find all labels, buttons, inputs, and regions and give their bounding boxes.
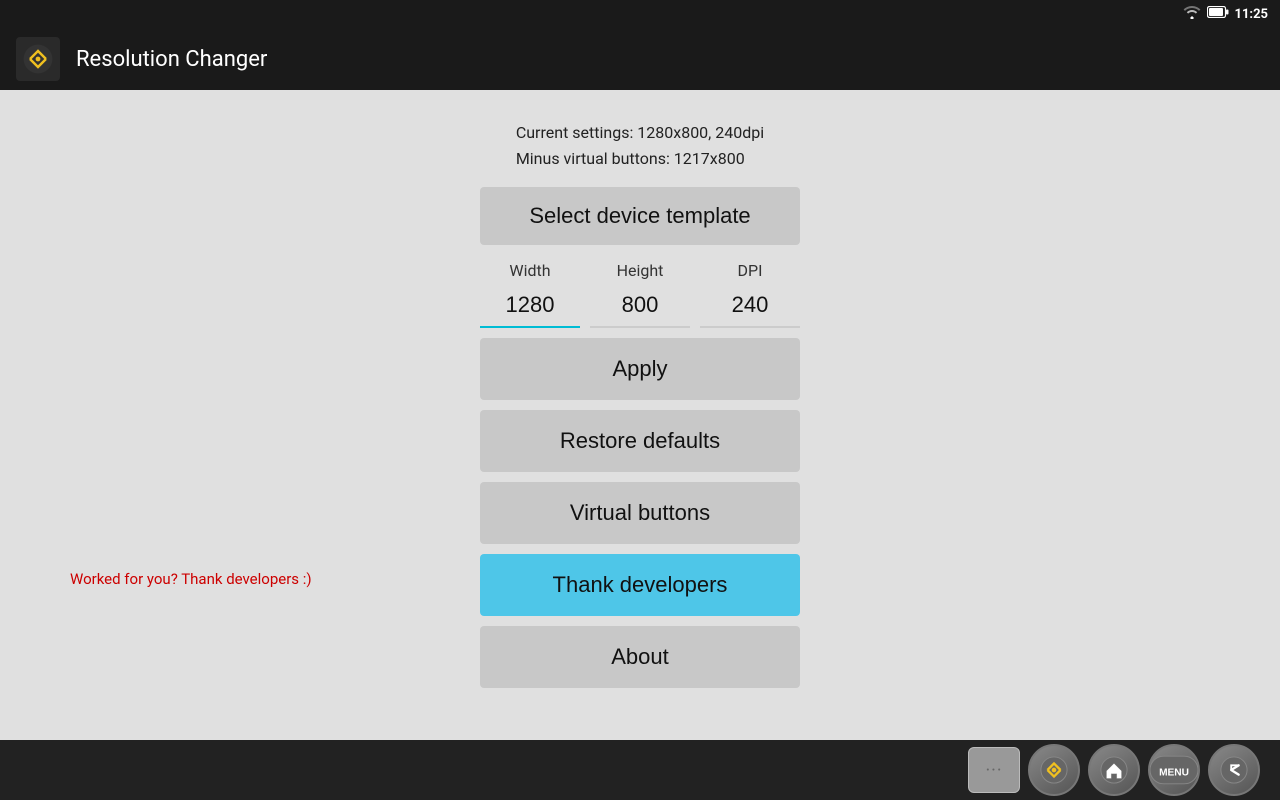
main-content: Current settings: 1280x800, 240dpi Minus… (0, 90, 1280, 740)
height-label: Height (617, 261, 664, 280)
height-input[interactable] (590, 284, 690, 328)
apply-button[interactable]: Apply (480, 338, 800, 400)
nav-bar: ··· MENU (0, 740, 1280, 800)
dpi-input[interactable] (700, 284, 800, 328)
width-label: Width (509, 261, 550, 280)
back-nav-button[interactable] (1208, 744, 1260, 796)
select-device-template-button[interactable]: Select device template (480, 187, 800, 245)
app-icon (16, 37, 60, 81)
menu-nav-button[interactable]: MENU (1148, 744, 1200, 796)
info-text: Current settings: 1280x800, 240dpi Minus… (516, 120, 764, 171)
input-row: Width Height DPI (480, 261, 800, 328)
current-settings-text: Current settings: 1280x800, 240dpi (516, 120, 764, 146)
minus-virtual-buttons-text: Minus virtual buttons: 1217x800 (516, 146, 764, 172)
dpi-label: DPI (738, 261, 763, 280)
svg-text:MENU: MENU (1159, 768, 1189, 779)
dots-icon: ··· (985, 760, 1002, 781)
side-note: Worked for you? Thank developers :) (70, 570, 312, 588)
width-group: Width (480, 261, 580, 328)
height-group: Height (590, 261, 690, 328)
width-input[interactable] (480, 284, 580, 328)
wifi-icon (1183, 5, 1201, 23)
action-bar: Resolution Changer (0, 28, 1280, 90)
status-bar: 11:25 (0, 0, 1280, 28)
about-button[interactable]: About (480, 626, 800, 688)
dots-nav-button[interactable]: ··· (968, 747, 1020, 793)
virtual-buttons-button[interactable]: Virtual buttons (480, 482, 800, 544)
battery-icon (1207, 6, 1229, 22)
app-title: Resolution Changer (76, 47, 267, 72)
restore-defaults-button[interactable]: Restore defaults (480, 410, 800, 472)
expand-nav-button[interactable] (1028, 744, 1080, 796)
clock: 11:25 (1235, 7, 1269, 22)
dpi-group: DPI (700, 261, 800, 328)
status-icons: 11:25 (1183, 5, 1269, 23)
home-nav-button[interactable] (1088, 744, 1140, 796)
thank-developers-button[interactable]: Thank developers (480, 554, 800, 616)
